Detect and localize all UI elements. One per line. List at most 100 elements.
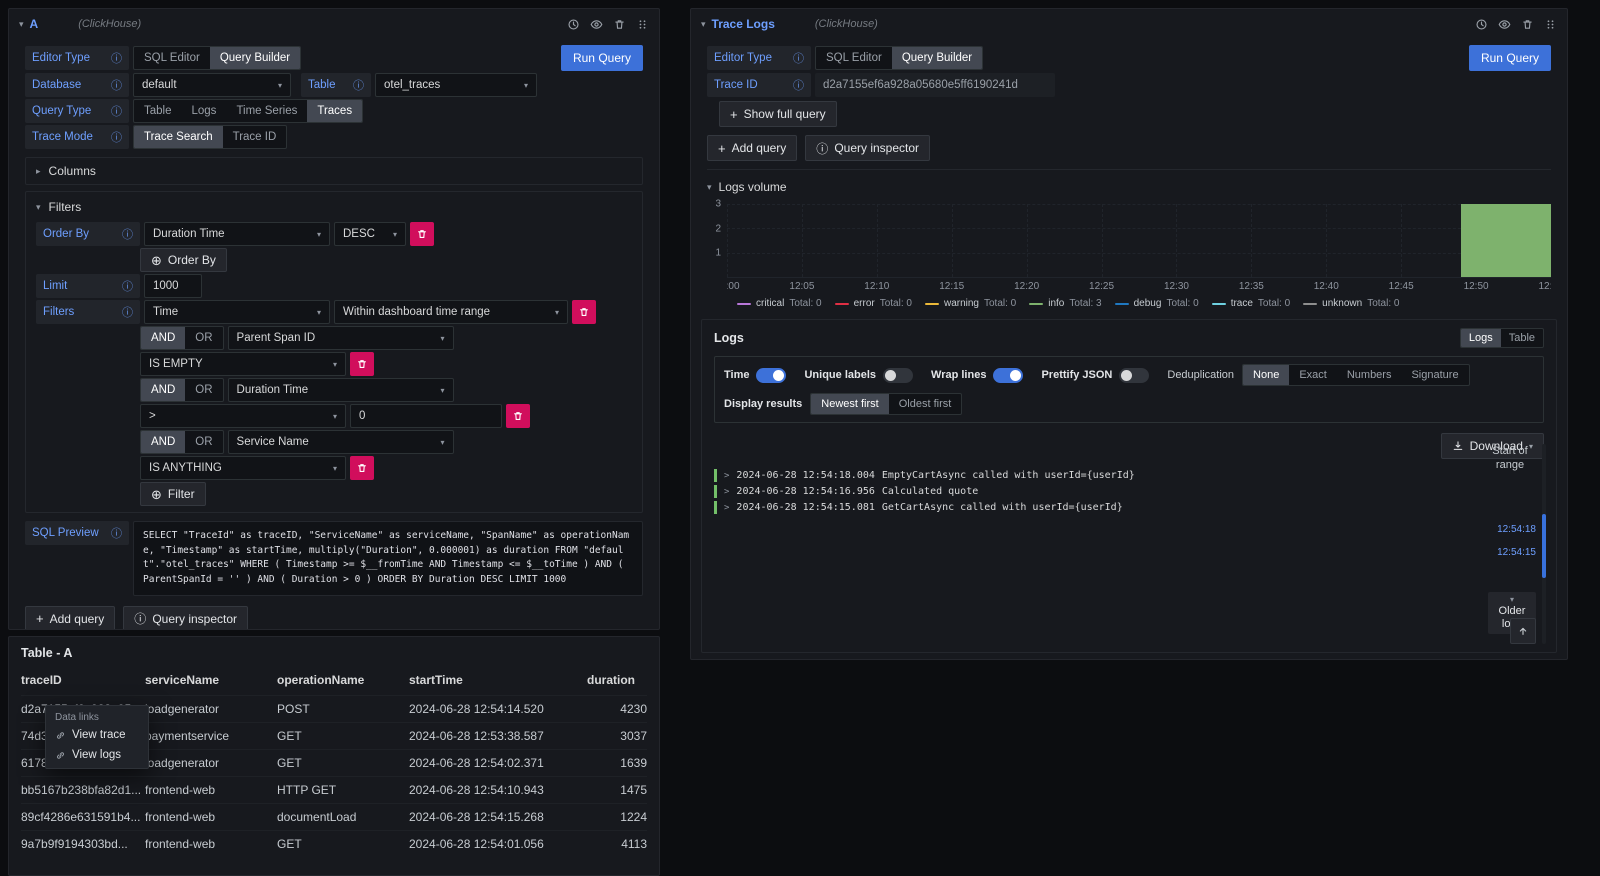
trace-id-input[interactable] <box>815 73 1055 97</box>
eye-icon[interactable] <box>590 18 603 31</box>
trace-mode-trace-id[interactable]: Trace ID <box>223 126 287 148</box>
run-query-button[interactable]: Run Query <box>1469 45 1551 71</box>
legend-item-critical[interactable]: criticalTotal: 0 <box>737 298 822 309</box>
legend-item-trace[interactable]: traceTotal: 0 <box>1212 298 1290 309</box>
add-filter-button[interactable]: ⊕Filter <box>140 482 206 506</box>
remove-condition-button[interactable] <box>350 456 374 480</box>
info-icon[interactable]: ⓘ <box>122 278 133 294</box>
column-header-starttime[interactable]: startTime <box>409 667 587 696</box>
condition-join-or[interactable]: OR <box>185 379 222 401</box>
query-inspector-button[interactable]: ⓘQuery inspector <box>123 606 248 630</box>
table-select[interactable]: otel_traces▾ <box>375 73 537 97</box>
show-full-query-button[interactable]: +Show full query <box>719 101 837 127</box>
query-type-table[interactable]: Table <box>134 100 182 122</box>
order-by-direction-select[interactable]: DESC▾ <box>334 222 406 246</box>
database-select[interactable]: default▾ <box>133 73 291 97</box>
info-icon[interactable]: ⓘ <box>353 77 364 93</box>
condition-operator-select[interactable]: IS EMPTY▾ <box>140 352 346 376</box>
add-query-button[interactable]: +Add query <box>707 135 797 161</box>
condition-join-or[interactable]: OR <box>185 431 222 453</box>
remove-order-by-button[interactable] <box>410 222 434 246</box>
logs-view-logs[interactable]: Logs <box>1461 329 1501 347</box>
expand-log-icon[interactable]: > <box>724 471 729 481</box>
condition-join-and[interactable]: AND <box>141 431 185 453</box>
legend-item-error[interactable]: errorTotal: 0 <box>835 298 912 309</box>
limit-input[interactable] <box>144 274 202 298</box>
collapse-chevron-icon[interactable]: ▾ <box>701 20 706 29</box>
dedup-numbers[interactable]: Numbers <box>1337 365 1402 385</box>
condition-operator-select[interactable]: >▾ <box>140 404 346 428</box>
run-query-button[interactable]: Run Query <box>561 45 643 71</box>
legend-item-debug[interactable]: debugTotal: 0 <box>1115 298 1199 309</box>
condition-join-and[interactable]: AND <box>141 327 185 349</box>
condition-field-select[interactable]: Duration Time▾ <box>228 378 454 402</box>
editor-type-query-builder[interactable]: Query Builder <box>210 47 300 69</box>
trace-id-link[interactable]: bb5167b238bfa82d1... <box>21 777 145 804</box>
history-icon[interactable] <box>567 18 580 31</box>
add-order-by-button[interactable]: ⊕Order By <box>140 248 227 272</box>
unique-labels-toggle[interactable] <box>883 368 913 383</box>
info-icon[interactable]: ⓘ <box>111 50 122 66</box>
drag-handle-icon[interactable] <box>1544 18 1557 31</box>
legend-item-unknown[interactable]: unknownTotal: 0 <box>1303 298 1399 309</box>
editor-type-sql-editor[interactable]: SQL Editor <box>816 47 892 69</box>
condition-field-select[interactable]: Service Name▾ <box>228 430 454 454</box>
trace-id-link[interactable]: 9a7b9f9194303bd... <box>21 831 145 858</box>
logs-view-table[interactable]: Table <box>1501 329 1543 347</box>
info-icon[interactable]: ⓘ <box>122 226 133 242</box>
dedup-exact[interactable]: Exact <box>1289 365 1337 385</box>
trace-id-link[interactable]: 89cf4286e631591b4... <box>21 804 145 831</box>
remove-condition-button[interactable] <box>350 352 374 376</box>
history-icon[interactable] <box>1475 18 1488 31</box>
eye-icon[interactable] <box>1498 18 1511 31</box>
order-by-field-select[interactable]: Duration Time▾ <box>144 222 330 246</box>
editor-type-query-builder[interactable]: Query Builder <box>892 47 982 69</box>
info-icon[interactable]: ⓘ <box>111 77 122 93</box>
menu-item-view-logs[interactable]: View logs <box>46 745 148 765</box>
condition-field-select[interactable]: Parent Span ID▾ <box>228 326 454 350</box>
scroll-to-top-button[interactable] <box>1510 618 1536 644</box>
add-query-button[interactable]: +Add query <box>25 606 115 630</box>
expand-log-icon[interactable]: > <box>724 503 729 513</box>
columns-section-toggle[interactable]: ▸ Columns <box>25 157 643 185</box>
filter-operator-select[interactable]: Within dashboard time range▾ <box>334 300 568 324</box>
column-header-operationname[interactable]: operationName <box>277 667 409 696</box>
query-type-time-series[interactable]: Time Series <box>226 100 307 122</box>
trace-mode-trace-search[interactable]: Trace Search <box>134 126 223 148</box>
query-inspector-button[interactable]: ⓘQuery inspector <box>805 135 930 161</box>
remove-condition-button[interactable] <box>506 404 530 428</box>
order-oldest-first[interactable]: Oldest first <box>889 394 962 414</box>
condition-value-input[interactable] <box>350 404 502 428</box>
scrollbar-thumb[interactable] <box>1542 514 1546 578</box>
info-icon[interactable]: ⓘ <box>793 77 804 93</box>
condition-join-and[interactable]: AND <box>141 379 185 401</box>
menu-item-view-trace[interactable]: View trace <box>46 725 148 745</box>
time-toggle[interactable] <box>756 368 786 383</box>
prettify-json-toggle[interactable] <box>1119 368 1149 383</box>
info-icon[interactable]: ⓘ <box>111 103 122 119</box>
log-row[interactable]: >2024-06-28 12:54:18.004EmptyCartAsync c… <box>714 469 1460 482</box>
query-type-logs[interactable]: Logs <box>182 100 227 122</box>
dedup-signature[interactable]: Signature <box>1401 365 1468 385</box>
wrap-lines-toggle[interactable] <box>993 368 1023 383</box>
column-header-servicename[interactable]: serviceName <box>145 667 277 696</box>
delete-icon[interactable] <box>1521 18 1534 31</box>
filter-field-select[interactable]: Time▾ <box>144 300 330 324</box>
collapse-chevron-icon[interactable]: ▾ <box>19 20 24 29</box>
info-icon[interactable]: ⓘ <box>111 129 122 145</box>
log-row[interactable]: >2024-06-28 12:54:16.956Calculated quote <box>714 485 1460 498</box>
legend-item-warning[interactable]: warningTotal: 0 <box>925 298 1016 309</box>
dedup-none[interactable]: None <box>1243 365 1289 385</box>
column-header-traceid[interactable]: traceID <box>21 667 145 696</box>
info-icon[interactable]: ⓘ <box>122 304 133 320</box>
logs-volume-section-toggle[interactable]: ▾ Logs volume <box>691 178 1567 204</box>
column-header-duration[interactable]: duration <box>587 667 647 696</box>
info-icon[interactable]: ⓘ <box>111 525 122 541</box>
order-newest-first[interactable]: Newest first <box>811 394 888 414</box>
condition-join-or[interactable]: OR <box>185 327 222 349</box>
remove-filter-button[interactable] <box>572 300 596 324</box>
drag-handle-icon[interactable] <box>636 18 649 31</box>
expand-log-icon[interactable]: > <box>724 487 729 497</box>
filters-section-toggle[interactable]: ▾ Filters <box>36 200 632 214</box>
delete-icon[interactable] <box>613 18 626 31</box>
